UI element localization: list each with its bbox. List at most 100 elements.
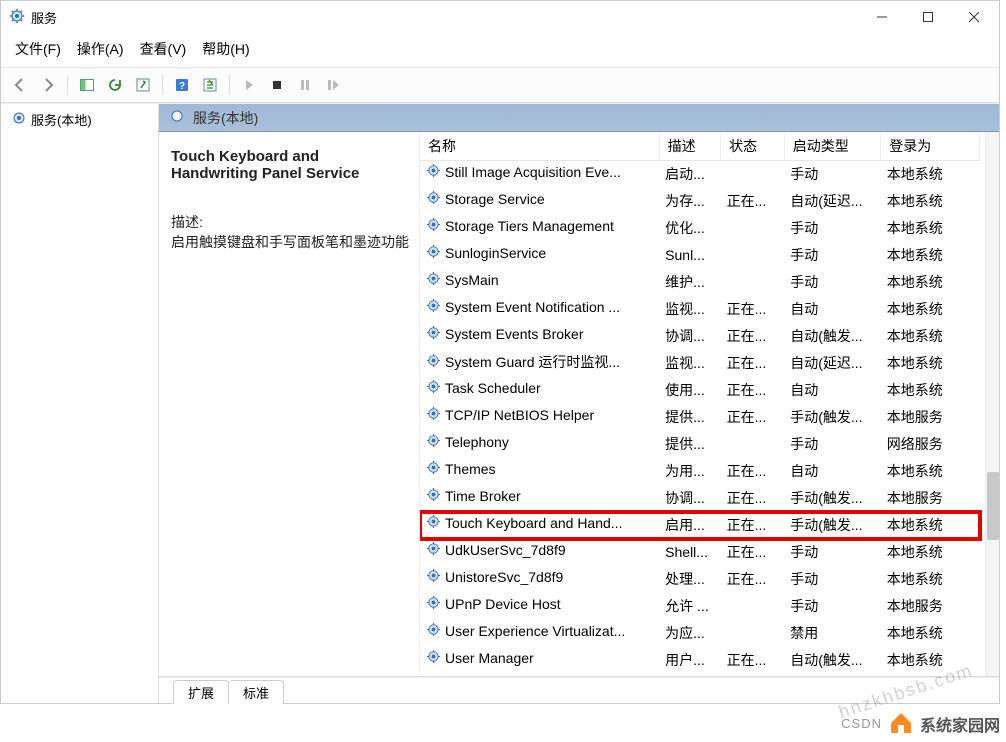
service-row[interactable]: System Events Broker协调...正在...自动(触发...本地… <box>420 323 980 350</box>
service-startup: 手动 <box>784 161 881 188</box>
service-status: 正在... <box>721 296 785 323</box>
service-row[interactable]: User Manager用户...正在...自动(触发...本地系统 <box>420 647 980 674</box>
service-startup: 自动 <box>784 674 881 677</box>
service-row[interactable]: SunloginServiceSunl...手动本地系统 <box>420 242 980 269</box>
column-startup[interactable]: 启动类型 <box>784 132 881 161</box>
back-button[interactable] <box>7 72 33 98</box>
service-desc: Sunl... <box>659 242 720 269</box>
service-row[interactable]: UnistoreSvc_7d8f9处理...正在...手动本地系统 <box>420 566 980 593</box>
service-startup: 手动 <box>784 269 881 296</box>
service-status: 正在... <box>721 404 785 431</box>
service-row[interactable]: SysMain维护...手动本地系统 <box>420 269 980 296</box>
service-row[interactable]: Storage Service为存...正在...自动(延迟...本地系统 <box>420 188 980 215</box>
window-title: 服务 <box>31 8 57 27</box>
service-login: 本地系统 <box>881 566 980 593</box>
service-status: 正在... <box>721 323 785 350</box>
menu-view[interactable]: 查看(V) <box>134 37 193 61</box>
right-header-title: 服务(本地) <box>193 108 258 128</box>
service-startup: 手动 <box>784 539 881 566</box>
service-row[interactable]: UdkUserSvc_7d8f9Shell...正在...手动本地系统 <box>420 539 980 566</box>
house-icon <box>888 709 914 738</box>
help-icon[interactable]: ? <box>169 72 195 98</box>
service-gear-icon <box>426 568 441 586</box>
service-login: 本地系统 <box>881 242 980 269</box>
selected-service-title: Touch Keyboard and Handwriting Panel Ser… <box>171 148 409 182</box>
minimize-button[interactable] <box>859 2 905 32</box>
service-gear-icon <box>426 298 441 316</box>
properties-button[interactable] <box>197 72 223 98</box>
close-button[interactable] <box>951 2 997 32</box>
service-row[interactable]: System Guard 运行时监视...监视...正在...自动(延迟...本… <box>420 350 980 377</box>
maximize-button[interactable] <box>905 2 951 32</box>
service-row[interactable]: System Event Notification ...监视...正在...自… <box>420 296 980 323</box>
service-row[interactable]: Telephony提供...手动网络服务 <box>420 431 980 458</box>
refresh-button[interactable] <box>102 72 128 98</box>
stop-service-button[interactable] <box>264 72 290 98</box>
service-row[interactable]: Storage Tiers Management优化...手动本地系统 <box>420 215 980 242</box>
service-row[interactable]: Task Scheduler使用...正在...自动本地系统 <box>420 377 980 404</box>
service-row[interactable]: Touch Keyboard and Hand...启用...正在...手动(触… <box>420 512 980 539</box>
tab-standard[interactable]: 标准 <box>229 680 284 704</box>
start-service-button[interactable] <box>236 72 262 98</box>
service-login: 本地系统 <box>881 539 980 566</box>
column-name[interactable]: 名称 <box>420 132 659 161</box>
service-gear-icon <box>426 595 441 613</box>
column-login[interactable]: 登录为 <box>881 132 980 161</box>
service-startup: 自动 <box>784 296 881 323</box>
service-row[interactable]: User Experience Virtualizat...为应...禁用本地系… <box>420 620 980 647</box>
service-name: UdkUserSvc_7d8f9 <box>445 542 566 558</box>
service-gear-icon <box>426 649 441 667</box>
export-list-button[interactable] <box>130 72 156 98</box>
menu-file[interactable]: 文件(F) <box>9 37 67 61</box>
service-desc: 此服... <box>659 674 720 677</box>
service-status: 正在... <box>721 566 785 593</box>
service-status: 正在... <box>721 458 785 485</box>
service-row[interactable]: TCP/IP NetBIOS Helper提供...正在...手动(触发...本… <box>420 404 980 431</box>
service-row[interactable]: User Profile Service此服...正在...自动本地系统 <box>420 674 980 677</box>
service-status <box>721 242 785 269</box>
service-desc: 为用... <box>659 458 720 485</box>
detail-tabs: 扩展 标准 <box>159 677 999 703</box>
service-login: 本地系统 <box>881 296 980 323</box>
service-startup: 自动 <box>784 377 881 404</box>
site-name: 系统家园网 <box>920 712 1000 736</box>
service-status: 正在... <box>721 647 785 674</box>
service-row[interactable]: Still Image Acquisition Eve...启动...手动本地系… <box>420 161 980 188</box>
service-gear-icon <box>426 406 441 424</box>
service-name: Touch Keyboard and Hand... <box>445 515 622 531</box>
service-row[interactable]: Time Broker协调...正在...手动(触发...本地服务 <box>420 485 980 512</box>
service-status: 正在... <box>721 377 785 404</box>
restart-service-button[interactable] <box>320 72 346 98</box>
service-desc: Shell... <box>659 539 720 566</box>
service-gear-icon <box>426 460 441 478</box>
footer-watermark: CSDN 系统家园网 <box>841 709 1000 738</box>
service-status <box>721 161 785 188</box>
scrollbar-thumb[interactable] <box>987 472 999 540</box>
service-startup: 手动 <box>784 242 881 269</box>
titlebar: 服务 <box>1 1 999 33</box>
menu-help[interactable]: 帮助(H) <box>196 37 255 61</box>
column-description[interactable]: 描述 <box>659 132 720 161</box>
services-window: 服务 文件(F) 操作(A) 查看(V) 帮助(H) ? <box>0 0 1000 704</box>
menu-action[interactable]: 操作(A) <box>71 37 130 61</box>
service-row[interactable]: Themes为用...正在...自动本地系统 <box>420 458 980 485</box>
service-status: 正在... <box>721 188 785 215</box>
service-gear-icon <box>426 541 441 559</box>
tab-extended[interactable]: 扩展 <box>173 680 229 704</box>
service-gear-icon <box>426 676 441 677</box>
tree-root-services-local[interactable]: 服务(本地) <box>7 108 152 131</box>
service-status <box>721 269 785 296</box>
service-desc: 处理... <box>659 566 720 593</box>
show-hide-tree-button[interactable] <box>74 72 100 98</box>
service-gear-icon <box>426 433 441 451</box>
forward-button[interactable] <box>35 72 61 98</box>
pause-service-button[interactable] <box>292 72 318 98</box>
service-startup: 自动(延迟... <box>784 188 881 215</box>
service-desc: 提供... <box>659 404 720 431</box>
vertical-scrollbar[interactable] <box>985 132 999 676</box>
service-desc: 为存... <box>659 188 720 215</box>
column-status[interactable]: 状态 <box>721 132 785 161</box>
service-row[interactable]: UPnP Device Host允许 ...手动本地服务 <box>420 593 980 620</box>
toolbar: ? <box>1 67 999 103</box>
service-desc: 为应... <box>659 620 720 647</box>
